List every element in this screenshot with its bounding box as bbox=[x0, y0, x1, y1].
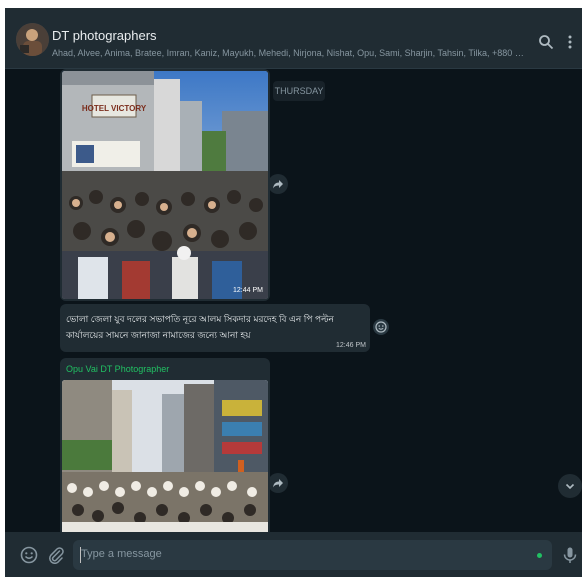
more-vertical-icon[interactable] bbox=[562, 34, 578, 50]
paperclip-icon[interactable] bbox=[47, 546, 65, 564]
text-message[interactable]: ভোলা জেলা যুব দলের সভাপতি নূরে আলম সিকদা… bbox=[60, 304, 370, 352]
mic-icon[interactable] bbox=[561, 546, 579, 564]
forward-icon bbox=[273, 180, 283, 189]
search-icon[interactable] bbox=[538, 34, 554, 50]
react-button[interactable] bbox=[373, 319, 389, 335]
chat-header[interactable]: DT photographers Ahad, Alvee, Anima, Bra… bbox=[5, 8, 582, 69]
message-text: ভোলা জেলা যুব দলের সভাপতি নূরে আলম সিকদা… bbox=[66, 314, 334, 340]
message-time: 12:46 PM bbox=[336, 342, 366, 349]
image-message[interactable]: HOTEL VICTORY 12:44 PM bbox=[60, 69, 270, 301]
group-avatar[interactable] bbox=[16, 23, 49, 56]
photo-street-rally[interactable] bbox=[62, 380, 268, 532]
sender-name[interactable]: Opu Vai DT Photographer bbox=[66, 364, 169, 374]
photo-hotel-victory-crowd[interactable]: HOTEL VICTORY bbox=[62, 71, 268, 299]
forward-button[interactable] bbox=[268, 174, 288, 194]
message-list[interactable]: HOTEL VICTORY 12:44 PM THURSDAY ভোলা জেল… bbox=[5, 69, 582, 532]
compose-bar: Type a message bbox=[5, 532, 582, 577]
message-input[interactable]: Type a message bbox=[73, 540, 552, 570]
chevron-down-icon bbox=[565, 483, 575, 490]
scroll-down-button[interactable] bbox=[558, 474, 582, 498]
emoji-icon[interactable] bbox=[20, 546, 38, 564]
group-title[interactable]: DT photographers bbox=[52, 28, 157, 43]
message-time: 12:44 PM bbox=[233, 287, 263, 294]
image-message-with-sender[interactable]: Opu Vai DT Photographer bbox=[60, 358, 270, 532]
status-dot bbox=[537, 553, 542, 558]
input-placeholder: Type a message bbox=[81, 548, 162, 560]
whatsapp-chat-window: DT photographers Ahad, Alvee, Anima, Bra… bbox=[5, 8, 582, 577]
group-members[interactable]: Ahad, Alvee, Anima, Bratee, Imran, Kaniz… bbox=[52, 48, 524, 58]
forward-icon bbox=[273, 479, 283, 488]
forward-button[interactable] bbox=[268, 473, 288, 493]
emoji-react-icon bbox=[375, 321, 387, 333]
day-divider: THURSDAY bbox=[273, 81, 325, 101]
hotel-sign-text: HOTEL VICTORY bbox=[82, 104, 147, 113]
